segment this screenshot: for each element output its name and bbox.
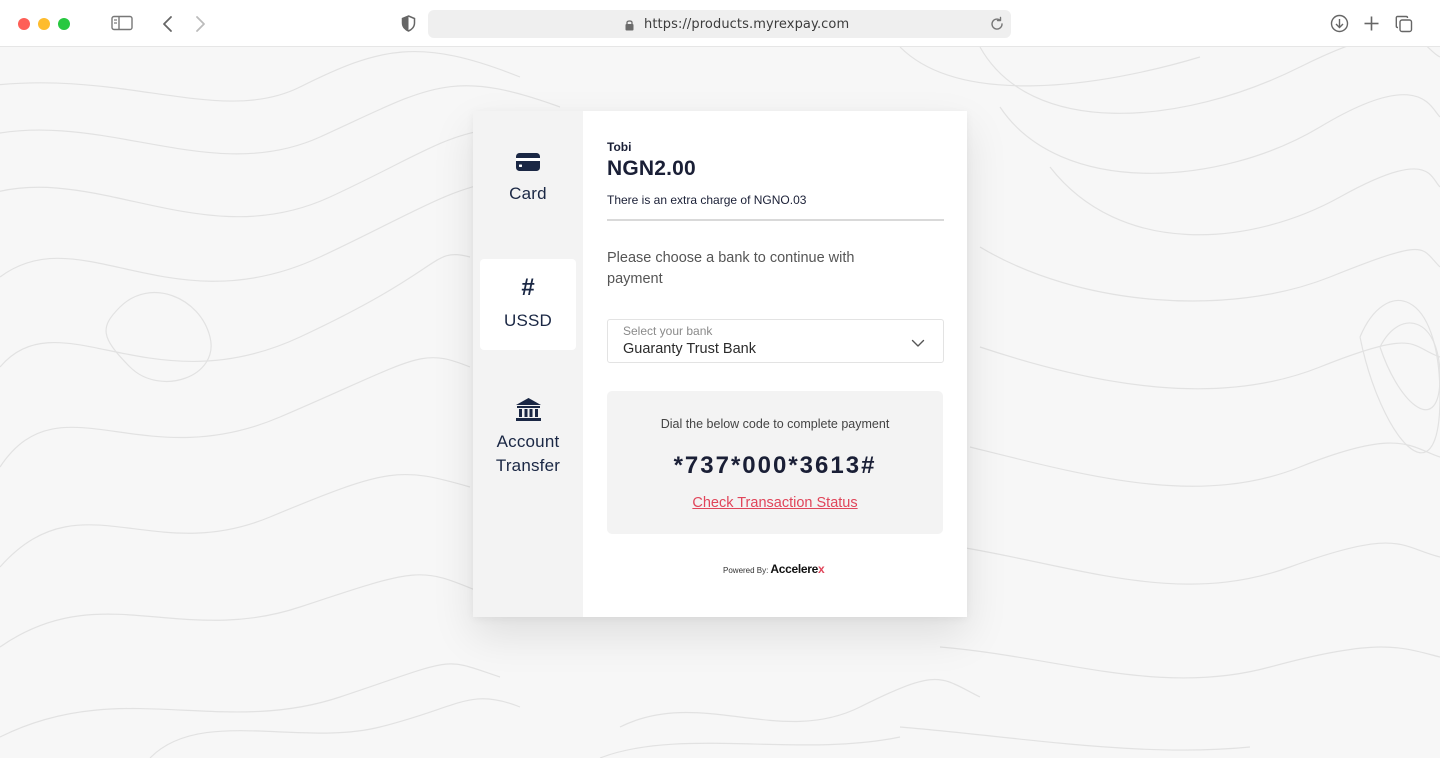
powered-by-prefix: Powered By:	[723, 566, 769, 575]
credit-card-icon	[515, 152, 541, 172]
forward-arrow-icon[interactable]	[193, 15, 207, 33]
download-icon[interactable]	[1330, 14, 1349, 33]
reload-icon[interactable]	[989, 16, 1005, 37]
merchant-name: Tobi	[607, 140, 632, 154]
bank-select-label: Select your bank	[623, 324, 713, 338]
sidebar-toggle-icon[interactable]	[111, 15, 133, 31]
ussd-code-box: Dial the below code to complete payment …	[607, 391, 943, 534]
divider	[607, 219, 944, 221]
payment-method-label: USSD	[503, 311, 553, 330]
minimize-window-button[interactable]	[38, 18, 50, 30]
close-window-button[interactable]	[18, 18, 30, 30]
bank-select-dropdown[interactable]: Select your bank Guaranty Trust Bank	[607, 319, 944, 363]
check-transaction-status-link[interactable]: Check Transaction Status	[607, 495, 943, 511]
powered-by-brand-suffix: x	[818, 562, 825, 576]
payment-amount: NGN2.00	[607, 157, 696, 180]
bank-select-value: Guaranty Trust Bank	[623, 341, 756, 357]
dial-instruction: Dial the below code to complete payment	[660, 417, 890, 431]
payment-method-account-transfer[interactable]: Account Transfer	[480, 391, 576, 491]
chevron-down-icon	[911, 335, 925, 353]
payment-method-label: Account Transfer	[495, 432, 561, 475]
hash-icon: #	[521, 274, 535, 301]
payment-method-label: Card	[509, 184, 547, 203]
maximize-window-button[interactable]	[58, 18, 70, 30]
payment-method-ussd[interactable]: # USSD	[480, 259, 576, 350]
checkout-card: Card # USSD Account Transfer Tobi NGN2.0…	[473, 111, 967, 617]
address-url: https://products.myrexpay.com	[644, 17, 850, 32]
payment-method-card[interactable]: Card	[480, 147, 576, 227]
extra-charge-note: There is an extra charge of NGNO.03	[607, 193, 807, 207]
tab-overview-icon[interactable]	[1395, 15, 1413, 33]
bank-icon	[515, 397, 542, 422]
powered-by-logo: Powered By: Accelere x	[723, 562, 825, 576]
privacy-shield-icon[interactable]	[401, 15, 416, 32]
payment-panel: Tobi NGN2.00 There is an extra charge of…	[607, 111, 944, 617]
payment-method-sidebar: Card # USSD Account Transfer	[473, 111, 583, 617]
bank-instruction: Please choose a bank to continue with pa…	[607, 250, 855, 287]
ussd-code: *737*000*3613#	[673, 452, 877, 479]
lock-icon	[625, 18, 634, 36]
new-tab-plus-icon[interactable]	[1363, 15, 1380, 32]
powered-by-brand: Accelere	[770, 562, 818, 576]
back-arrow-icon[interactable]	[161, 15, 175, 33]
address-bar[interactable]: https://products.myrexpay.com	[428, 10, 1011, 38]
browser-toolbar: https://products.myrexpay.com	[0, 0, 1440, 47]
